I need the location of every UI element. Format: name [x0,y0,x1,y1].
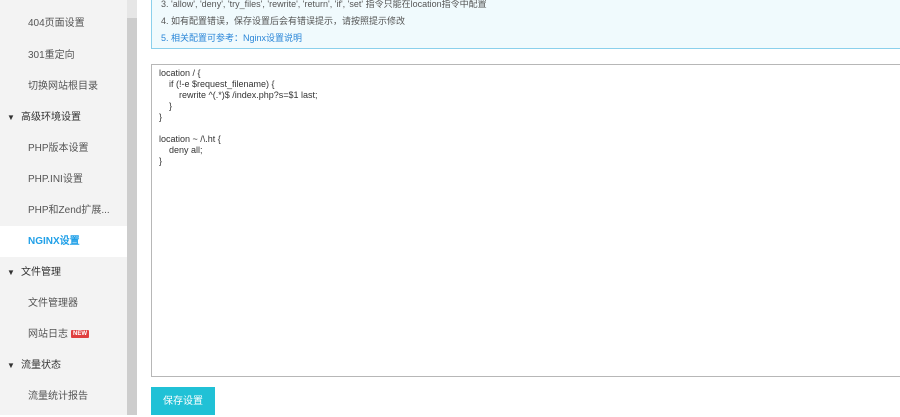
sidebar-item-label: 网站日志 [28,329,68,340]
tip-line-3: 3. 'allow', 'deny', 'try_files', 'rewrit… [161,0,487,9]
sidebar-group-traffic-status[interactable]: ▼ 流量状态 [0,350,127,381]
sidebar-item-switch-root[interactable]: 切换网站根目录 [0,71,127,102]
sidebar-item-label: 404页面设置 [28,18,85,29]
sidebar-item-php-ini[interactable]: PHP.INI设置 [0,164,127,195]
caret-down-icon: ▼ [7,113,15,122]
sidebar-scrollbar-thumb[interactable] [127,18,137,415]
new-badge: NEW [71,330,89,339]
sidebar-item-label: 301重定向 [28,50,75,61]
sidebar-item-301-redirect[interactable]: 301重定向 [0,40,127,71]
sidebar-item-404-page[interactable]: 404页面设置 [0,8,127,39]
sidebar-item-label: PHP版本设置 [28,143,89,154]
sidebar-item-label: NGINX设置 [28,236,80,247]
sidebar-group-advanced-env[interactable]: ▼ 高级环境设置 [0,102,127,133]
sidebar-item-file-manager[interactable]: 文件管理器 [0,288,127,319]
sidebar-group-label: 文件管理 [21,267,61,278]
save-button[interactable]: 保存设置 [151,387,215,415]
caret-down-icon: ▼ [7,361,15,370]
sidebar-item-label: 流量统计报告 [28,391,88,402]
sidebar-item-label: 切换网站根目录 [28,81,98,92]
sidebar-item-label: PHP和Zend扩展... [28,205,110,216]
sidebar-group-file-management[interactable]: ▼ 文件管理 [0,257,127,288]
sidebar-item-site-log[interactable]: 网站日志 NEW [0,319,127,350]
tip-line-4: 4. 如有配置错误，保存设置后会有错误提示，请按照提示修改 [161,16,406,26]
sidebar-group-label: 高级环境设置 [21,112,81,123]
nginx-config-code[interactable]: location / { if (!-e $request_filename) … [159,68,318,167]
sidebar-group-label: 流量状态 [21,360,61,371]
sidebar-item-nginx[interactable]: NGINX设置 [0,226,127,257]
sidebar-item-traffic-report[interactable]: 流量统计报告 [0,381,127,412]
sidebar: 404页面设置 301重定向 切换网站根目录 ▼ 高级环境设置 PHP版本设置 … [0,0,127,415]
tip-line-5-link[interactable]: 5. 相关配置可参考：Nginx设置说明 [161,31,302,44]
caret-down-icon: ▼ [7,268,15,277]
sidebar-item-php-zend[interactable]: PHP和Zend扩展... [0,195,127,226]
sidebar-item-label: PHP.INI设置 [28,174,83,185]
sidebar-item-php-version[interactable]: PHP版本设置 [0,133,127,164]
sidebar-item-label: 文件管理器 [28,298,78,309]
